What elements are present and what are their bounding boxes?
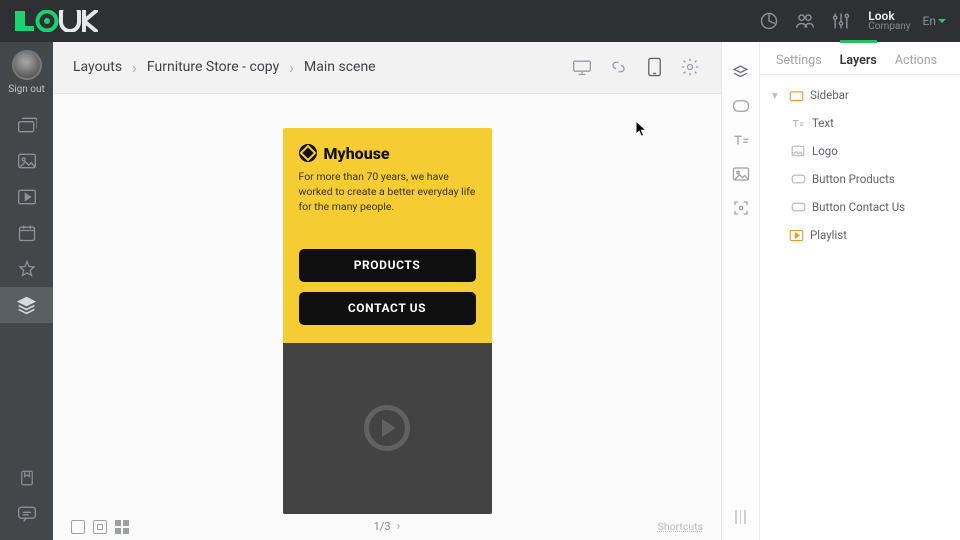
- layer-row-text[interactable]: Text: [760, 109, 960, 137]
- inspector-tabs: Settings Layers Actions: [760, 42, 960, 75]
- sliders-icon[interactable]: [828, 8, 854, 34]
- main-area: Sign out Layouts: [0, 42, 960, 540]
- chat-icon[interactable]: [0, 496, 53, 532]
- app-header: Look Company En: [0, 0, 960, 42]
- screens-icon[interactable]: [0, 107, 53, 143]
- calendar-icon[interactable]: [0, 215, 53, 251]
- tab-layers[interactable]: Layers: [840, 53, 877, 74]
- link-device-icon[interactable]: [607, 56, 629, 78]
- tab-actions[interactable]: Actions: [895, 53, 937, 74]
- desktop-view-icon[interactable]: [571, 56, 593, 78]
- crumb-scene[interactable]: Main scene: [304, 59, 376, 75]
- layer-row-playlist[interactable]: ▾ Playlist: [760, 221, 960, 249]
- gear-icon[interactable]: [679, 56, 701, 78]
- scene-preview[interactable]: Myhouse For more than 70 years, we have …: [283, 128, 492, 514]
- play-rect-icon[interactable]: [0, 179, 53, 215]
- chevron-right-icon: ›: [132, 58, 137, 77]
- layer-row-logo[interactable]: Logo: [760, 137, 960, 165]
- brand-logo-icon: [299, 144, 317, 162]
- breadcrumb: Layouts › Furniture Store - copy › Main …: [53, 42, 721, 94]
- contact-us-button[interactable]: CONTACT US: [299, 292, 476, 325]
- language-label: En: [923, 14, 936, 28]
- layer-row-button-contact[interactable]: Button Contact Us: [760, 193, 960, 221]
- chevron-right-icon[interactable]: ›: [397, 519, 401, 534]
- crumb-root[interactable]: Layouts: [73, 59, 122, 75]
- products-button[interactable]: PRODUCTS: [299, 249, 476, 282]
- image-icon[interactable]: [0, 143, 53, 179]
- text-icon[interactable]: [731, 130, 751, 150]
- editor-center: Layouts › Furniture Store - copy › Main …: [53, 42, 721, 540]
- star-icon[interactable]: [0, 251, 53, 287]
- frame-icon[interactable]: [93, 520, 107, 534]
- crumb-project[interactable]: Furniture Store - copy: [147, 59, 279, 75]
- sign-out-link[interactable]: Sign out: [8, 84, 44, 95]
- text-layer-icon: [790, 115, 806, 131]
- folder-icon: [788, 87, 804, 103]
- language-switch[interactable]: En: [923, 14, 946, 28]
- button-layer-icon: [790, 199, 806, 215]
- tab-settings[interactable]: Settings: [776, 53, 822, 74]
- account-display[interactable]: Look Company: [868, 10, 910, 32]
- expand-icon[interactable]: ▾: [772, 88, 782, 102]
- layer-label: Logo: [812, 144, 838, 158]
- video-placeholder[interactable]: [283, 343, 492, 514]
- account-subtitle: Company: [868, 22, 910, 32]
- layer-row-button-products[interactable]: Button Products: [760, 165, 960, 193]
- chevron-down-icon: [938, 19, 946, 23]
- layer-row-sidebar[interactable]: ▾ Sidebar: [760, 81, 960, 109]
- nav-sidebar: Sign out: [0, 42, 53, 540]
- inspector-panel: Settings Layers Actions ▾ Sidebar Text: [759, 42, 960, 540]
- layer-label: Playlist: [810, 228, 847, 242]
- layer-label: Text: [812, 116, 834, 130]
- picture-icon[interactable]: [731, 164, 751, 184]
- layers-icon[interactable]: [0, 287, 53, 323]
- avatar[interactable]: [12, 50, 42, 80]
- insert-toolbar: [721, 42, 759, 540]
- scene-title: Myhouse: [324, 144, 390, 163]
- page-indicator: 1/3: [374, 520, 391, 533]
- pager[interactable]: 1/3 ›: [374, 519, 401, 534]
- app-logo[interactable]: [14, 10, 100, 32]
- mobile-view-icon[interactable]: [643, 56, 665, 78]
- pie-chart-icon[interactable]: [756, 8, 782, 34]
- panel-resize-handle[interactable]: [735, 510, 746, 524]
- grid-icon[interactable]: [115, 520, 129, 534]
- shape-icon[interactable]: [731, 96, 751, 116]
- layer-label: Sidebar: [810, 88, 849, 102]
- bookmark-icon[interactable]: [0, 460, 53, 496]
- shortcuts-link[interactable]: Shortcuts: [658, 520, 703, 533]
- layer-label: Button Contact Us: [812, 200, 905, 214]
- layer-tree: ▾ Sidebar Text Logo: [760, 75, 960, 255]
- play-icon: [364, 405, 410, 451]
- image-layer-icon: [790, 143, 806, 159]
- playlist-layer-icon: [788, 227, 804, 243]
- layer-label: Button Products: [812, 172, 895, 186]
- focus-icon[interactable]: [731, 198, 751, 218]
- users-icon[interactable]: [792, 8, 818, 34]
- fit-icon[interactable]: [71, 520, 85, 534]
- button-layer-icon: [790, 171, 806, 187]
- canvas[interactable]: Myhouse For more than 70 years, we have …: [53, 94, 721, 514]
- stack-icon[interactable]: [731, 62, 751, 82]
- editor-footer: 1/3 › Shortcuts: [53, 514, 721, 540]
- chevron-right-icon: ›: [289, 58, 294, 77]
- scene-description: For more than 70 years, we have worked t…: [299, 169, 476, 215]
